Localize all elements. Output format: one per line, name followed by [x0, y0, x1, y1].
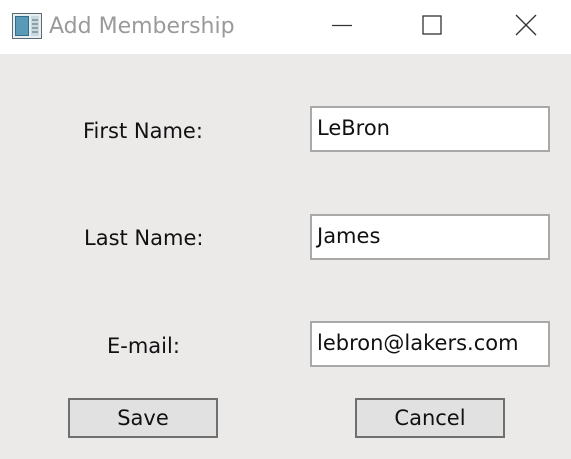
last-name-label: Last Name:: [84, 226, 204, 250]
app-window-icon: [12, 13, 42, 39]
cancel-button[interactable]: Cancel: [355, 398, 505, 438]
save-button-label: Save: [117, 406, 169, 430]
add-membership-window: Add Membership First Name: LeBron Last N…: [0, 0, 571, 459]
minimize-icon: [331, 14, 353, 40]
maximize-button[interactable]: [387, 0, 477, 54]
first-name-field[interactable]: LeBron: [310, 106, 550, 152]
email-field[interactable]: lebron@lakers.com: [310, 321, 550, 367]
cancel-button-label: Cancel: [394, 406, 466, 430]
save-button[interactable]: Save: [68, 398, 218, 438]
window-title: Add Membership: [49, 14, 235, 39]
title-bar[interactable]: Add Membership: [0, 0, 571, 54]
maximize-icon: [421, 14, 443, 40]
email-label: E-mail:: [107, 334, 180, 358]
minimize-button[interactable]: [297, 0, 387, 54]
first-name-label: First Name:: [83, 119, 203, 143]
last-name-field[interactable]: James: [310, 214, 550, 260]
close-button[interactable]: [481, 0, 571, 54]
close-icon: [515, 14, 537, 40]
